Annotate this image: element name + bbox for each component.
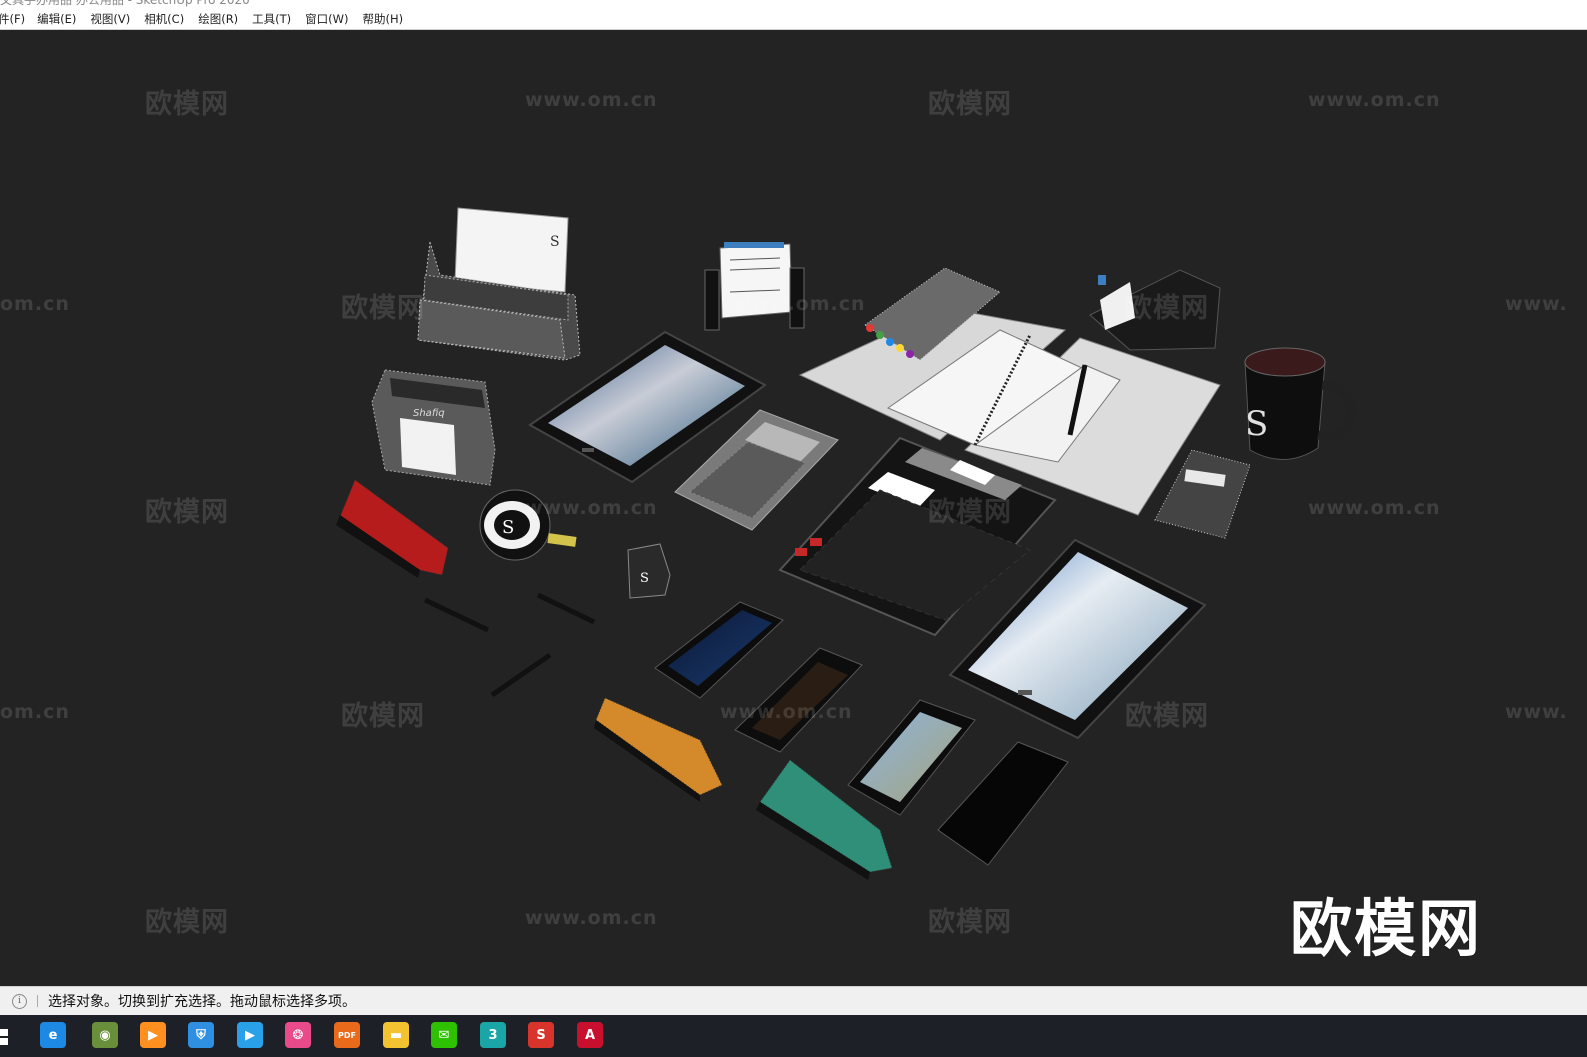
notepad-cube: Shafiq [371, 369, 496, 486]
notepad-brand: Shafiq [413, 408, 445, 419]
watermark-brand: 欧模网 [341, 701, 425, 732]
windows-start-icon[interactable] [0, 1027, 10, 1047]
menu-file[interactable]: 件(F) [0, 11, 25, 27]
watermark-brand: 欧模网 [928, 907, 1012, 938]
sharpener-cube: S [627, 543, 671, 599]
watermark-brand: 欧模网 [928, 497, 1012, 528]
menu-view[interactable]: 视图(V) [90, 11, 130, 27]
sharpener-logo: S [640, 571, 649, 586]
notepad-logo: S [550, 234, 560, 250]
menu-window[interactable]: 窗口(W) [305, 11, 348, 27]
phone-brown [734, 647, 863, 753]
menu-edit[interactable]: 编辑(E) [37, 11, 76, 27]
tape-logo: S [502, 517, 514, 538]
watermark-brand: 欧模网 [341, 293, 425, 324]
status-text: 选择对象。切换到扩充选择。拖动鼠标选择多项。 [48, 994, 356, 1010]
3dsmax-icon[interactable]: 3 [480, 1022, 506, 1048]
watermark-brand: 欧模网 [145, 89, 229, 120]
video-app-icon[interactable]: ▶ [237, 1022, 263, 1048]
menu-tools[interactable]: 工具(T) [252, 11, 291, 27]
card-rolodex [704, 242, 805, 331]
sketchup-icon[interactable]: S [528, 1022, 554, 1048]
watermark-brand: 欧模网 [1125, 293, 1209, 324]
menu-bar: 件(F) 编辑(E) 视图(V) 相机(C) 绘图(R) 工具(T) 窗口(W)… [0, 8, 1587, 30]
watermark-url: www.om.cn [1308, 89, 1441, 111]
stapler-orange [594, 697, 723, 802]
push-pins [423, 592, 596, 698]
watermark-url: www.om.cn [525, 89, 658, 111]
status-separator [37, 995, 38, 1007]
watermark-partial-url: om.cn [0, 701, 70, 723]
wechat-icon[interactable]: ✉ [431, 1022, 457, 1048]
menu-help[interactable]: 帮助(H) [363, 11, 404, 27]
phone-blue [654, 601, 784, 699]
taskbar: e ◉ ▶ ⛨ ▶ ❂ PDF ▬ ✉ 3 S A [0, 1015, 1587, 1057]
phone-black [937, 741, 1069, 866]
menu-camera[interactable]: 相机(C) [144, 11, 184, 27]
watermark-brand: 欧模网 [145, 497, 229, 528]
watermark-url: www.om.cn [525, 907, 658, 929]
window-title: 文具手办用品 办公用品 - SketchUp Pro 2020 [0, 0, 250, 7]
watermark-url: www.om.cn [720, 701, 853, 723]
mug-logo: S [1245, 404, 1268, 444]
pdf-app-icon[interactable]: PDF [334, 1022, 360, 1048]
watermark-url: www.om.cn [525, 497, 658, 519]
file-explorer-icon[interactable]: ▬ [383, 1022, 409, 1048]
autocad-icon[interactable]: A [577, 1022, 603, 1048]
media-player-icon[interactable]: ▶ [140, 1022, 166, 1048]
title-bar: 文具手办用品 办公用品 - SketchUp Pro 2020 [0, 0, 1587, 8]
ie-icon[interactable]: e [40, 1022, 66, 1048]
watermark-brand: 欧模网 [928, 89, 1012, 120]
coffee-mug: S [1244, 347, 1356, 460]
stapler-red [336, 479, 449, 578]
brand-logo: 欧模网 [1290, 892, 1483, 965]
watermark-partial-www: www. [1505, 293, 1568, 315]
model-viewport[interactable]: S Shafiq S S S 欧模网 www.om.cn 欧模网 www.om.… [0, 30, 1587, 986]
info-icon[interactable]: i [12, 993, 27, 1009]
phone-photo [847, 699, 976, 816]
eye-app-icon[interactable]: ◉ [92, 1022, 118, 1048]
shield-app-icon[interactable]: ⛨ [188, 1022, 214, 1048]
watermark-brand: 欧模网 [1125, 701, 1209, 732]
watermark-url: www.om.cn [733, 293, 866, 315]
watermark-brand: 欧模网 [145, 907, 229, 938]
color-wheel-icon[interactable]: ❂ [285, 1022, 311, 1048]
status-bar: i 选择对象。切换到扩充选择。拖动鼠标选择多项。 [0, 986, 1587, 1015]
watermark-url: www.om.cn [1308, 497, 1441, 519]
menu-draw[interactable]: 绘图(R) [198, 11, 238, 27]
watermark-partial-url: om.cn [0, 293, 70, 315]
watermark-partial-www: www. [1505, 701, 1568, 723]
letter-tray: S [417, 207, 581, 361]
